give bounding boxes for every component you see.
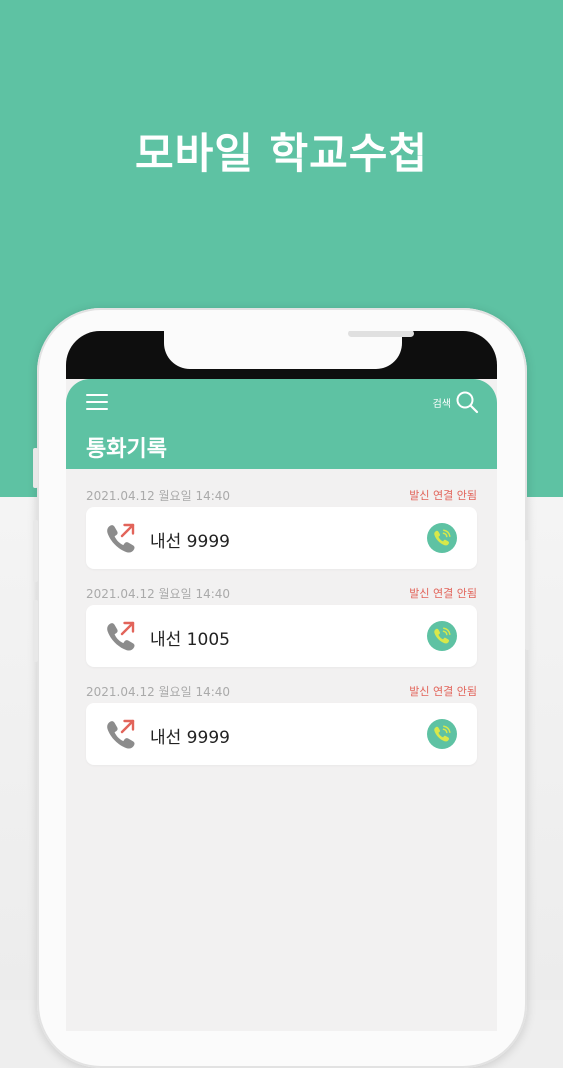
call-datetime: 2021.04.12 월요일 14:40: [86, 587, 231, 601]
speaker-grille: [348, 331, 414, 337]
call-datetime: 2021.04.12 월요일 14:40: [86, 489, 231, 503]
phone-volume-down-button: [33, 600, 38, 662]
call-meta-row: 2021.04.12 월요일 14:40 발신 연결 안됨: [86, 677, 477, 703]
phone-side-button: [33, 448, 38, 488]
search-label: 검색: [432, 398, 451, 410]
call-label: 내선 9999: [150, 532, 230, 552]
dial-button[interactable]: [427, 621, 457, 651]
phone-ringing-icon: [434, 725, 451, 742]
outgoing-call-icon: [107, 719, 135, 749]
call-status: 발신 연결 안됨: [409, 587, 477, 600]
banner-title: 모바일 학교수첩: [134, 129, 429, 178]
call-label: 내선 1005: [150, 630, 230, 650]
call-log-item[interactable]: 내선 9999: [86, 507, 477, 569]
phone-screen: 검색 통화기록 2021.04.12 월요일 14:40 발신 연결 안됨 내선…: [66, 331, 497, 1031]
dial-button[interactable]: [427, 523, 457, 553]
page-title: 통화기록: [86, 437, 167, 462]
dial-button[interactable]: [427, 719, 457, 749]
search-icon: [456, 391, 479, 414]
hamburger-menu-icon[interactable]: [86, 393, 108, 411]
call-log-group: 2021.04.12 월요일 14:40 발신 연결 안됨 내선 9999: [66, 677, 497, 765]
call-status: 발신 연결 안됨: [409, 489, 477, 502]
call-log-list: 2021.04.12 월요일 14:40 발신 연결 안됨 내선 9999 20…: [66, 481, 497, 775]
phone-power-button: [525, 540, 530, 650]
phone-ringing-icon: [434, 529, 451, 546]
app-header: 검색 통화기록: [66, 379, 497, 469]
outgoing-call-icon: [107, 523, 135, 553]
call-log-item[interactable]: 내선 9999: [86, 703, 477, 765]
call-log-group: 2021.04.12 월요일 14:40 발신 연결 안됨 내선 9999: [66, 481, 497, 569]
phone-volume-up-button: [33, 520, 38, 582]
phone-notch: [164, 331, 414, 369]
call-meta-row: 2021.04.12 월요일 14:40 발신 연결 안됨: [86, 579, 477, 605]
search-button[interactable]: 검색: [433, 389, 479, 415]
call-log-item[interactable]: 내선 1005: [86, 605, 477, 667]
call-datetime: 2021.04.12 월요일 14:40: [86, 685, 231, 699]
phone-ringing-icon: [434, 627, 451, 644]
call-log-group: 2021.04.12 월요일 14:40 발신 연결 안됨 내선 1005: [66, 579, 497, 667]
call-meta-row: 2021.04.12 월요일 14:40 발신 연결 안됨: [86, 481, 477, 507]
call-status: 발신 연결 안됨: [409, 685, 477, 698]
outgoing-call-icon: [107, 621, 135, 651]
call-label: 내선 9999: [150, 728, 230, 748]
